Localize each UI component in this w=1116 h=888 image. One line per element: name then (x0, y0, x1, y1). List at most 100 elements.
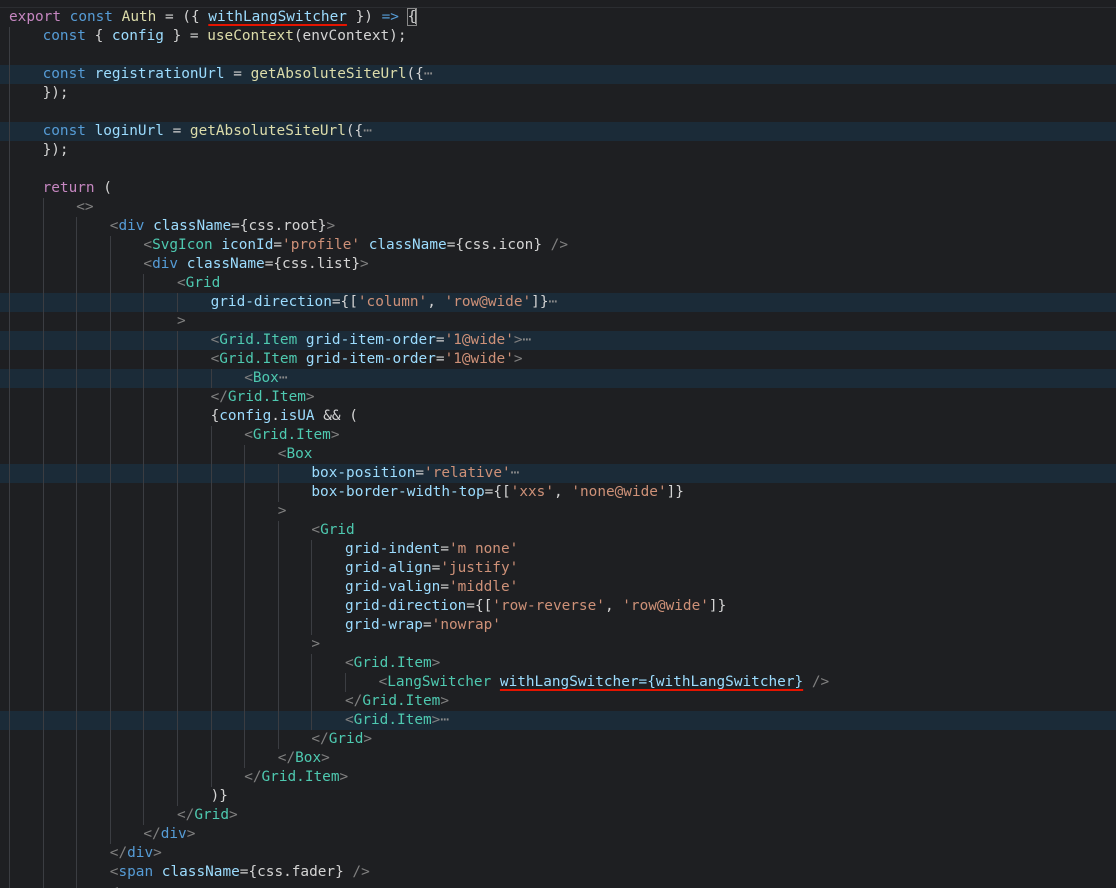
code-line[interactable]: <div className={css.root}> (0, 217, 1116, 236)
indent-guide (9, 521, 10, 540)
code-line[interactable]: const { config } = useContext(envContext… (0, 27, 1116, 46)
code-token: }) (346, 9, 382, 25)
indent-guide (76, 483, 78, 502)
folded-region-ellipsis[interactable]: ⋯ (279, 370, 288, 386)
folded-region-ellipsis[interactable]: ⋯ (440, 712, 449, 728)
indent-guide (9, 692, 10, 711)
code-line[interactable]: <Grid.Item grid-item-order='1@wide'>⋯ (0, 331, 1116, 350)
code-line[interactable]: box-position='relative'⋯ (0, 464, 1116, 483)
indent-guide (42, 806, 44, 825)
code-line[interactable]: </Box> (0, 749, 1116, 768)
indent-guide (210, 730, 212, 749)
indent-guide (109, 578, 111, 597)
code-line[interactable]: <Grid.Item> (0, 654, 1116, 673)
code-token: Grid.Item (362, 693, 441, 709)
indent-guide (76, 787, 78, 806)
code-line[interactable]: <LangSwitcher withLangSwitcher={withLang… (0, 673, 1116, 692)
indent-guide (311, 673, 313, 692)
code-token: Grid.Item (252, 427, 331, 443)
code-line[interactable]: </Grid> (0, 806, 1116, 825)
indent-guide (9, 863, 10, 882)
indent-guide (143, 274, 145, 293)
indent-guide (9, 730, 10, 749)
code-line[interactable]: <> (0, 198, 1116, 217)
code-editor[interactable]: export const Auth = ({ withLangSwitcher … (0, 0, 1116, 888)
code-line[interactable]: )} (0, 787, 1116, 806)
indent-guide (177, 692, 178, 711)
code-token: {css.root} (239, 218, 327, 234)
code-line[interactable]: </Grid.Item> (0, 692, 1116, 711)
code-line[interactable]: <span className={css.fader} /> (0, 863, 1116, 882)
code-line[interactable] (0, 160, 1116, 179)
code-line[interactable]: </Grid.Item> (0, 768, 1116, 787)
code-line[interactable]: const registrationUrl = getAbsoluteSiteU… (0, 65, 1116, 84)
code-line[interactable]: <Grid.Item> (0, 426, 1116, 445)
indent-guide (143, 711, 145, 730)
code-line[interactable] (0, 103, 1116, 122)
indent-guide (76, 635, 78, 654)
code-line[interactable]: </Grid.Item> (0, 388, 1116, 407)
code-line[interactable]: grid-align='justify' (0, 559, 1116, 578)
indent-guide (9, 27, 10, 46)
code-token: ({ (406, 66, 424, 82)
folded-region-ellipsis[interactable]: ⋯ (523, 332, 532, 348)
indent-guide (9, 65, 10, 84)
code-line[interactable]: }); (0, 141, 1116, 160)
indent-guide (244, 597, 246, 616)
folded-region-ellipsis[interactable]: ⋯ (424, 66, 433, 82)
code-line[interactable]: > (0, 502, 1116, 521)
code-line[interactable]: </div> (0, 825, 1116, 844)
code-line[interactable]: <Grid (0, 521, 1116, 540)
code-token: SvgIcon (152, 237, 213, 253)
indent-guide (210, 673, 212, 692)
folded-region-ellipsis[interactable]: ⋯ (549, 294, 558, 310)
code-line[interactable]: <SvgIcon iconId='profile' className={css… (0, 236, 1116, 255)
code-line[interactable]: {config.isUA && ( (0, 407, 1116, 426)
code-line[interactable] (0, 46, 1116, 65)
code-line[interactable]: > (0, 312, 1116, 331)
indent-guide (42, 635, 44, 654)
code-line[interactable]: }); (0, 84, 1116, 103)
code-line[interactable]: <div className={css.list}> (0, 255, 1116, 274)
code-token: ]} (666, 484, 684, 500)
indent-guide (109, 692, 111, 711)
code-line[interactable]: <Grid.Item>⋯ (0, 711, 1116, 730)
code-token: div (160, 826, 187, 842)
folded-region-ellipsis[interactable]: ⋯ (511, 465, 520, 481)
code-line[interactable]: <Grid (0, 274, 1116, 293)
code-line[interactable]: const loginUrl = getAbsoluteSiteUrl({⋯ (0, 122, 1116, 141)
code-line[interactable]: grid-indent='m none' (0, 540, 1116, 559)
code-line[interactable]: <Box (0, 445, 1116, 464)
indent-guide (143, 730, 145, 749)
folded-region-ellipsis[interactable]: ⋯ (363, 123, 372, 139)
code-line[interactable]: grid-direction={['column', 'row@wide']}⋯ (0, 293, 1116, 312)
code-line[interactable]: </Grid> (0, 730, 1116, 749)
indent-guide (277, 711, 279, 730)
code-token: div (118, 218, 145, 234)
code-line[interactable]: < (0, 882, 1116, 888)
indent-guide (76, 445, 78, 464)
indent-guide (177, 787, 178, 806)
code-token: withLangSwitcher={withLangSwitcher} (499, 674, 804, 690)
indent-guide (311, 711, 313, 730)
code-line[interactable]: <Box⋯ (0, 369, 1116, 388)
code-token: grid-direction (345, 598, 467, 614)
indent-guide (9, 654, 10, 673)
code-line[interactable]: grid-direction={['row-reverse', 'row@wid… (0, 597, 1116, 616)
code-line[interactable]: return ( (0, 179, 1116, 198)
code-token: }); (42, 85, 69, 101)
indent-guide (244, 673, 246, 692)
code-line[interactable]: <Grid.Item grid-item-order='1@wide'> (0, 350, 1116, 369)
code-line[interactable]: box-border-width-top={['xxs', 'none@wide… (0, 483, 1116, 502)
code-token: = (422, 617, 432, 633)
code-line[interactable]: </div> (0, 844, 1116, 863)
code-line[interactable]: export const Auth = ({ withLangSwitcher … (0, 8, 1116, 27)
indent-guide (277, 673, 279, 692)
code-line[interactable]: grid-wrap='nowrap' (0, 616, 1116, 635)
code-token: /> (343, 864, 370, 880)
code-line[interactable]: grid-valign='middle' (0, 578, 1116, 597)
indent-guide (76, 521, 78, 540)
code-line[interactable]: > (0, 635, 1116, 654)
